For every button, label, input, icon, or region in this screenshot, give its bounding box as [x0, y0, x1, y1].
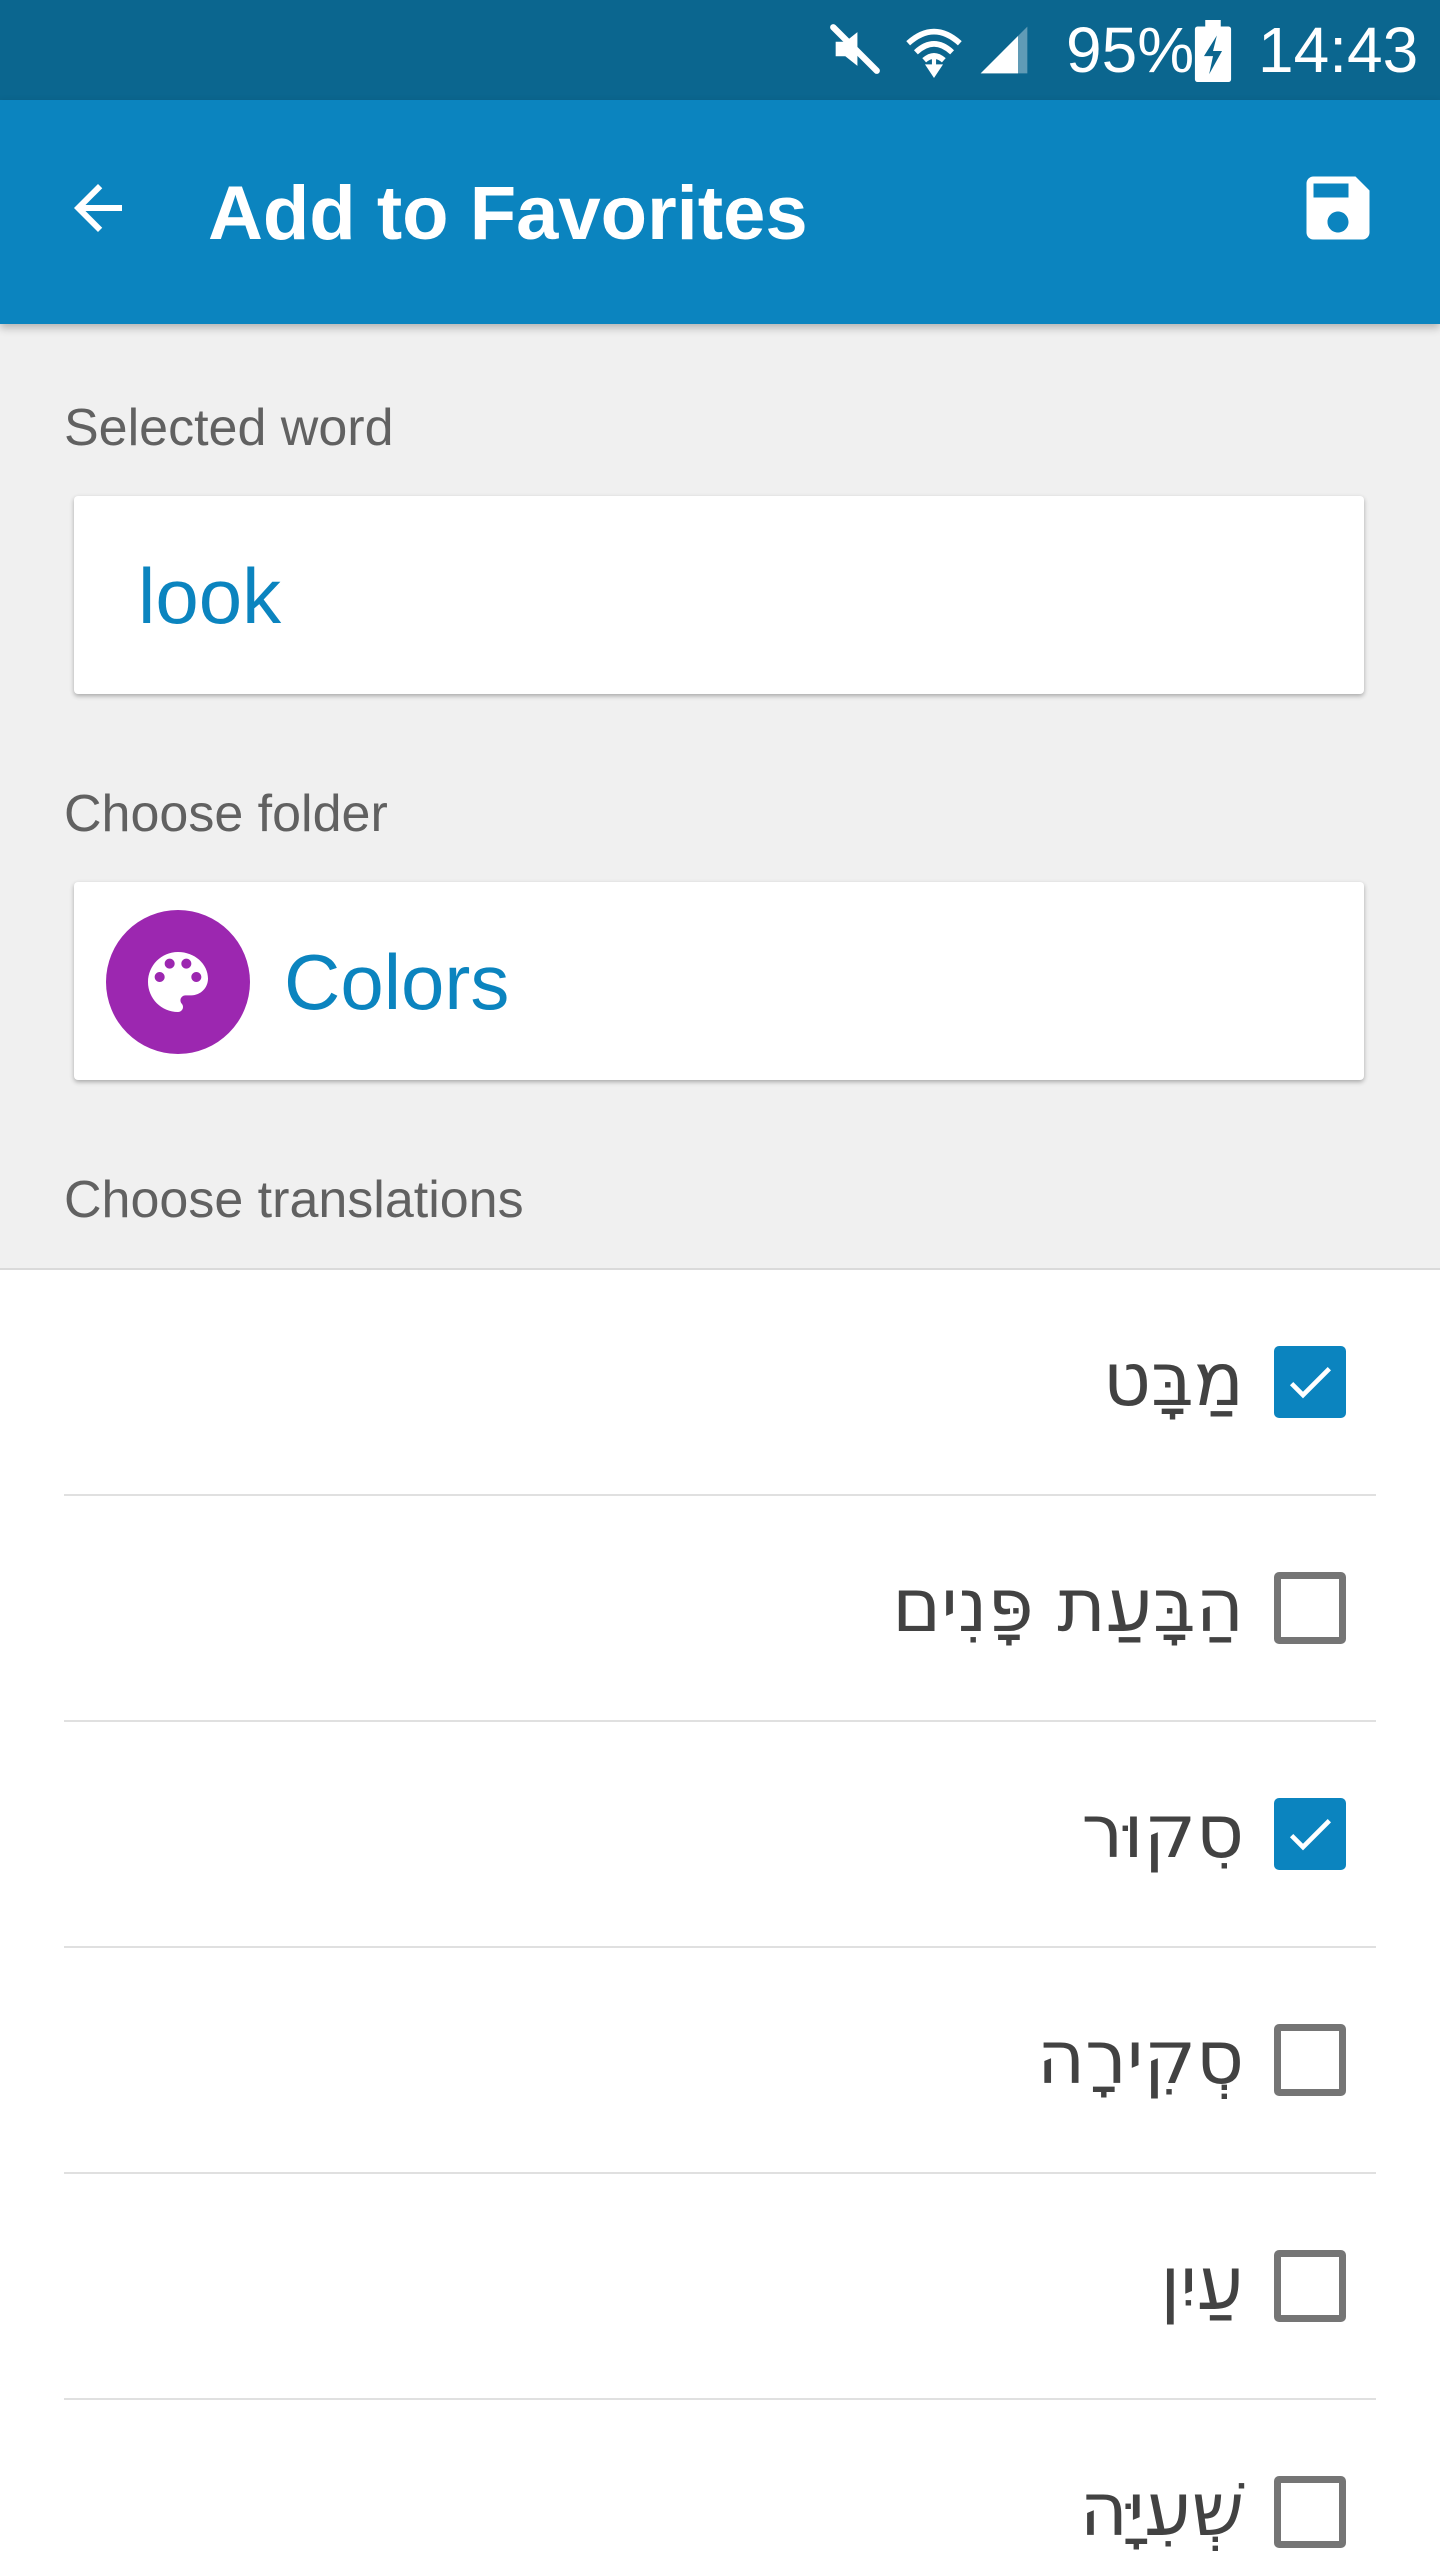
translation-list: מַבָּט הַבָּעַת פָּנִים סִקוּר סְקִירָה … — [0, 1268, 1440, 2560]
translation-label: מַבָּט — [1102, 1337, 1244, 1423]
page-title: Add to Favorites — [208, 171, 808, 256]
app-bar: Add to Favorites — [0, 100, 1440, 324]
folder-selector[interactable]: Colors — [74, 882, 1364, 1080]
check-icon — [1289, 1819, 1331, 1851]
save-button[interactable] — [1296, 166, 1380, 250]
battery-percent: 95% — [1066, 14, 1195, 86]
translation-label: שְׁעִיָּה — [1079, 2467, 1244, 2553]
folder-name: Colors — [284, 938, 510, 1026]
check-icon — [1289, 1367, 1331, 1399]
screen: 95% 14:43 Add to Favorites Selected word — [0, 0, 1440, 2560]
selected-word-label: Selected word — [64, 399, 394, 457]
clock: 14:43 — [1258, 14, 1419, 86]
selected-word-input[interactable] — [138, 548, 1318, 644]
translation-row[interactable]: עַיִן — [0, 2174, 1440, 2400]
signal-icon — [976, 20, 1032, 85]
selected-word-card — [74, 496, 1364, 694]
choose-folder-label: Choose folder — [64, 785, 388, 843]
translation-label: הַבָּעַת פָּנִים — [892, 1563, 1244, 1649]
translation-checkbox[interactable] — [1274, 1572, 1346, 1644]
back-button[interactable] — [56, 166, 140, 250]
battery-charging-icon — [1194, 20, 1232, 87]
translation-checkbox[interactable] — [1274, 1798, 1346, 1870]
status-bar: 95% 14:43 — [0, 0, 1440, 100]
translation-checkbox[interactable] — [1274, 2476, 1346, 2548]
translation-row[interactable]: הַבָּעַת פָּנִים — [0, 1496, 1440, 1722]
palette-icon — [148, 952, 208, 1012]
translation-label: עַיִן — [1160, 2241, 1244, 2327]
translation-row[interactable]: סְקִירָה — [0, 1948, 1440, 2174]
folder-avatar — [106, 910, 250, 1054]
save-icon — [1306, 176, 1370, 240]
choose-translations-label: Choose translations — [64, 1171, 524, 1229]
arrow-back-icon — [74, 184, 122, 232]
translation-checkbox[interactable] — [1274, 2250, 1346, 2322]
translation-checkbox[interactable] — [1274, 1346, 1346, 1418]
wifi-icon — [902, 20, 966, 87]
translation-row[interactable]: סִקוּר — [0, 1722, 1440, 1948]
translation-label: סִקוּר — [1081, 1789, 1244, 1875]
translation-label: סְקִירָה — [1036, 2015, 1244, 2101]
translation-row[interactable]: מַבָּט — [0, 1270, 1440, 1496]
mute-icon — [826, 20, 884, 83]
translation-row[interactable]: שְׁעִיָּה — [0, 2400, 1440, 2560]
translation-checkbox[interactable] — [1274, 2024, 1346, 2096]
